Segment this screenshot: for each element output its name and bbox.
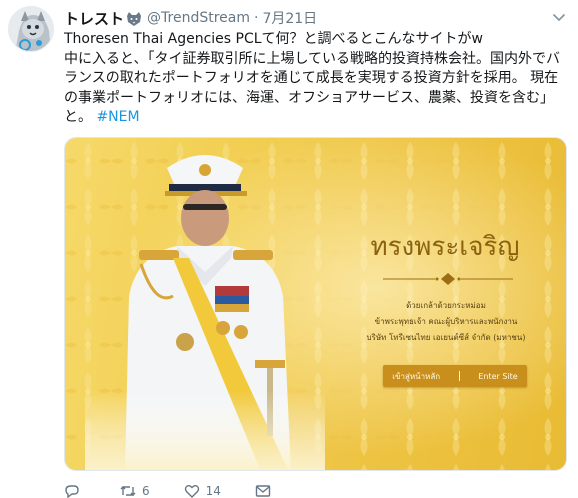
- enter-thai-button[interactable]: เข้าสู่หน้าหลัก: [392, 370, 440, 383]
- thai-title: ทรงพระเจริญ: [370, 232, 520, 262]
- dedication-line: บริษัท โทรีเซนไทย เอเยนต์ซีส์ จำกัด (มหา…: [366, 333, 526, 342]
- tweet-date[interactable]: 7月21日: [262, 8, 317, 28]
- enter-site-button[interactable]: Enter Site: [478, 372, 517, 381]
- dedication-line: ด้วยเกล้าด้วยกระหม่อม: [406, 301, 486, 310]
- message-button[interactable]: [255, 484, 277, 498]
- avatar[interactable]: [8, 6, 54, 52]
- like-icon: [184, 485, 199, 498]
- avatar-image: [9, 7, 53, 51]
- separator-dot: ·: [254, 10, 259, 26]
- user-handle[interactable]: @TrendStream: [147, 10, 250, 26]
- tweet-header: トレスト @TrendStream · 7月21日: [64, 8, 548, 28]
- tweet-text: Thoresen Thai Agencies PCLて何？と調べるとこんなサイト…: [64, 30, 574, 128]
- tweet-text-line: の事業ポートフォリオには、海運、オフショアサービス、農薬、投資を含む」: [64, 89, 554, 106]
- enter-separator: [458, 371, 460, 381]
- retweet-icon: [120, 486, 136, 496]
- media-image[interactable]: ทรงพระเจริญ ด้วยเกล้าด้วยกระหม่อม ข้าพระ…: [64, 137, 567, 471]
- chevron-down-icon[interactable]: [550, 8, 568, 26]
- retweet-count: 6: [142, 484, 150, 498]
- ornamental-divider: [383, 273, 513, 285]
- enter-site-bar[interactable]: เข้าสู่หน้าหลัก Enter Site: [383, 365, 527, 387]
- retweet-button[interactable]: 6: [120, 484, 150, 498]
- tweet-actions: 6 14: [64, 484, 364, 498]
- portrait-figure: [85, 146, 325, 470]
- tweet-text-line-last: と。 #NEM: [64, 108, 574, 128]
- tweet-text-tail: と。: [64, 109, 92, 125]
- wolf-icon: [126, 11, 142, 26]
- tweet-text-line: Thoresen Thai Agencies PCLて何？と調べるとこんなサイト…: [64, 31, 483, 47]
- tweet-text-line: 中に入ると、「タイ証券取引所に上場している戦略的投資持株会社。国内外でバ: [64, 50, 561, 67]
- like-count: 14: [205, 484, 221, 498]
- dedication-text: ด้วยเกล้าด้วยกระหม่อม ข้าพระพุทธเจ้า คณะ…: [351, 298, 541, 346]
- like-button[interactable]: 14: [184, 484, 221, 498]
- tweet-text-line: ランスの取れたポートフォリオを通じて成長を実現する投資方針を採用。 現在: [64, 70, 559, 86]
- tweet: トレスト @TrendStream · 7月21日 Thoresen Thai …: [0, 0, 578, 498]
- display-name[interactable]: トレスト: [64, 8, 124, 29]
- reply-button[interactable]: [64, 484, 86, 498]
- message-icon: [255, 485, 271, 497]
- hashtag-link[interactable]: #NEM: [96, 109, 139, 125]
- dedication-line: ข้าพระพุทธเจ้า คณะผู้บริหารและพนักงาน: [374, 317, 518, 326]
- reply-icon: [65, 485, 79, 498]
